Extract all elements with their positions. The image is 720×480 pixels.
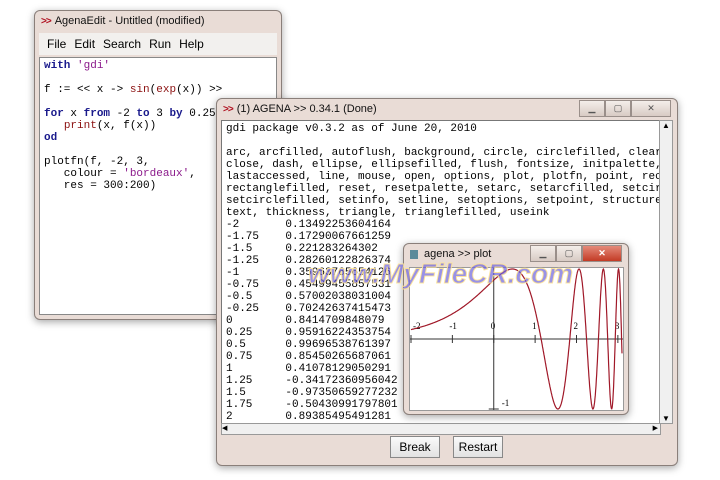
watermark: www.MyFileCR.com xyxy=(307,258,574,290)
code-token: 'bordeaux' xyxy=(123,168,190,180)
code-token: plotfn(f, -2, 3, xyxy=(44,156,150,168)
x-tick-label: -2 xyxy=(413,321,421,331)
title-bar[interactable]: >> AgenaEdit - Untitled (modified) xyxy=(35,11,281,31)
agena-logo-icon: >> xyxy=(223,104,234,115)
code-line: f := << x -> sin(exp(x)) >> xyxy=(44,84,272,96)
code-line: with 'gdi' xyxy=(44,60,272,72)
console-line: -1.75 0.17290067661259 xyxy=(226,231,392,243)
code-token: res = 300:200) xyxy=(44,180,157,192)
y-tick-label: -1 xyxy=(502,398,510,408)
scroll-right-arrow[interactable]: ▶ xyxy=(653,424,658,434)
break-button[interactable]: Break xyxy=(390,436,440,458)
menu-search[interactable]: Search xyxy=(103,37,141,51)
console-line: close, dash, ellipse, ellipsefilled, flu… xyxy=(226,159,661,171)
menu-run[interactable]: Run xyxy=(149,37,171,51)
console-line: arc, arcfilled, autoflush, background, c… xyxy=(226,147,660,159)
code-token: x xyxy=(63,108,84,120)
agena-logo-icon: >> xyxy=(41,16,52,27)
code-token: for xyxy=(44,108,64,120)
console-line: gdi package v0.3.2 as of June 20, 2010 xyxy=(226,123,477,135)
scroll-up-arrow[interactable]: ▲ xyxy=(660,121,672,130)
window-title: AgenaEdit - Untitled (modified) xyxy=(54,15,205,27)
close-button[interactable]: ✕ xyxy=(582,245,622,262)
code-token: exp xyxy=(156,84,177,96)
scroll-left-arrow[interactable]: ◀ xyxy=(222,425,227,432)
x-tick-label: -1 xyxy=(449,321,457,331)
code-token: (x, f(x)) xyxy=(96,120,157,132)
window-title: (1) AGENA >> 0.34.1 (Done) xyxy=(236,103,377,115)
x-tick-label: 2 xyxy=(573,321,578,331)
x-tick-label: 1 xyxy=(532,321,537,331)
code-token: 3 xyxy=(149,108,170,120)
maximize-button[interactable]: ▢ xyxy=(605,100,631,117)
code-token: f := << x -> xyxy=(44,84,130,96)
code-token: with xyxy=(44,60,78,72)
vertical-scrollbar[interactable]: ▲ ▼ xyxy=(659,120,673,424)
code-token: (x)) >> xyxy=(176,84,223,96)
horizontal-scrollbar[interactable]: ◀ ▶ xyxy=(221,423,661,435)
console-line: setcirclefilled, setinfo, setline, setop… xyxy=(226,195,660,207)
code-token: from xyxy=(83,108,111,120)
menu-bar: File Edit Search Run Help xyxy=(39,33,277,55)
menu-help[interactable]: Help xyxy=(179,37,204,51)
restart-button[interactable]: Restart xyxy=(453,436,503,458)
code-token: -2 xyxy=(110,108,137,120)
code-token: to xyxy=(136,108,150,120)
menu-edit[interactable]: Edit xyxy=(74,37,95,51)
scroll-down-arrow[interactable]: ▼ xyxy=(660,414,672,423)
console-line: -2 0.13492253604164 xyxy=(226,219,392,231)
x-tick-label: 0 xyxy=(491,321,496,331)
console-line: text, thickness, triangle, trianglefille… xyxy=(226,207,550,219)
code-token: colour = xyxy=(44,168,124,180)
code-token: by xyxy=(169,108,183,120)
menu-file[interactable]: File xyxy=(47,37,66,51)
code-token: , xyxy=(189,168,196,180)
console-line: rectanglefilled, reset, resetpalette, se… xyxy=(226,183,661,195)
console-line: lastaccessed, line, mouse, open, options… xyxy=(226,171,661,183)
minimize-button[interactable]: ▁ xyxy=(579,100,605,117)
code-token: sin xyxy=(129,84,150,96)
close-button[interactable]: ✕ xyxy=(631,100,671,117)
code-token: print xyxy=(63,120,97,132)
code-token: 'gdi' xyxy=(77,60,111,72)
code-token: od xyxy=(44,132,58,144)
